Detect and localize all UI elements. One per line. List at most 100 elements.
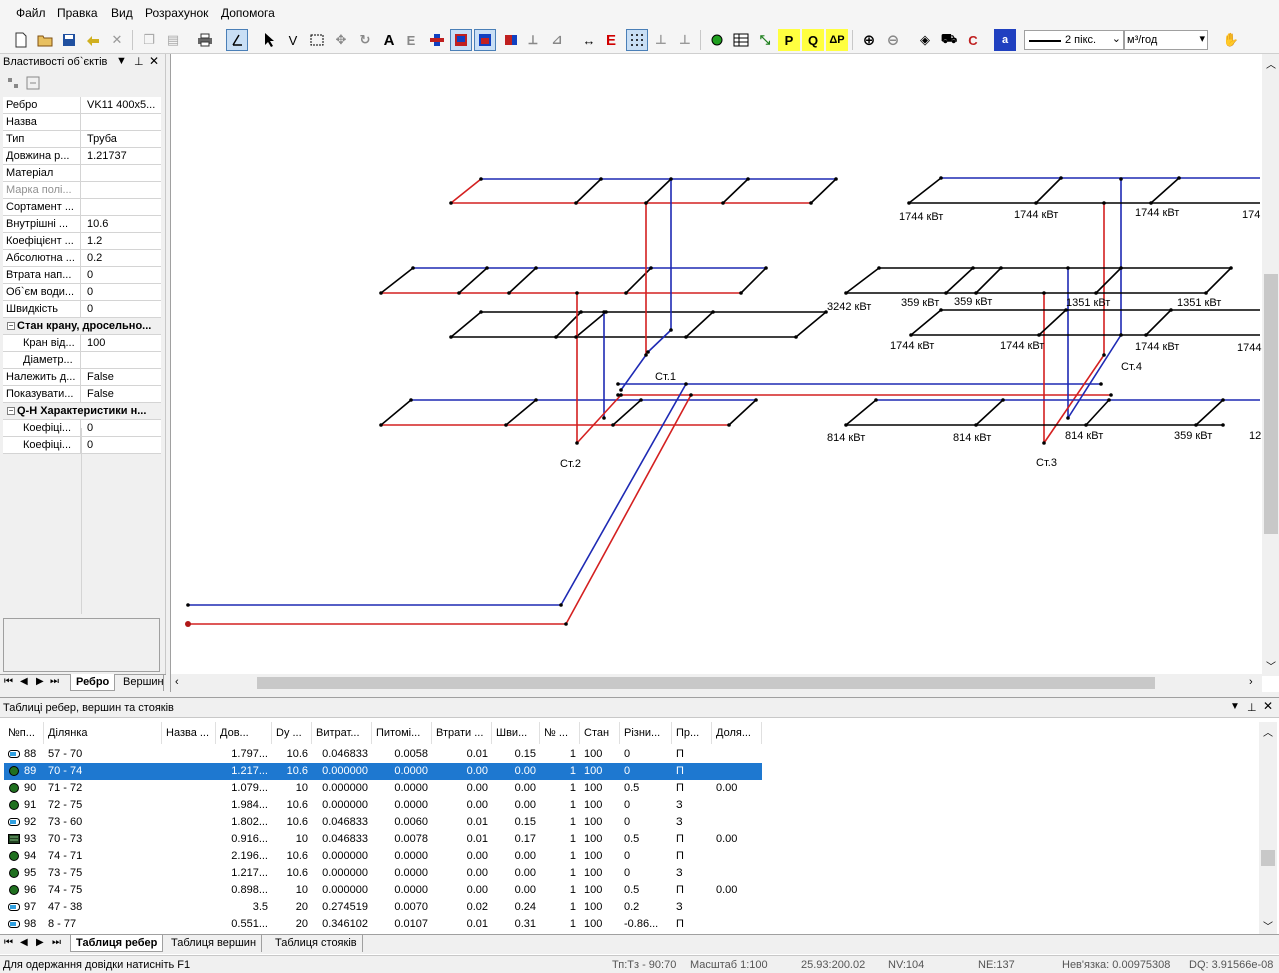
units-select[interactable]: м³/год ▾ (1124, 30, 1208, 50)
table-row[interactable]: 94 74 - 71 2.196... 10.6 0.000000 0.0000 0.00 0… (4, 848, 762, 865)
node-red-icon[interactable] (450, 29, 472, 51)
node-point[interactable] (507, 291, 511, 295)
open-icon[interactable] (34, 29, 56, 51)
pipe-segment[interactable] (740, 267, 767, 294)
baseline-icon[interactable]: ⊥ (674, 29, 696, 51)
node-point[interactable] (1102, 201, 1106, 205)
pipe-segment[interactable] (1095, 267, 1122, 294)
grid-icon[interactable] (626, 29, 648, 51)
node-point[interactable] (844, 291, 848, 295)
line-width-select[interactable]: 2 пікс. ⌄ (1024, 30, 1124, 50)
pipe-segment[interactable] (458, 267, 488, 294)
vertical-scroll-thumb[interactable] (1264, 274, 1278, 534)
node-point[interactable] (834, 177, 838, 181)
text-e-icon[interactable]: E (400, 29, 422, 51)
node-point[interactable] (1066, 416, 1070, 420)
node-point[interactable] (689, 393, 693, 397)
node-point[interactable] (457, 291, 461, 295)
table-row[interactable]: 89 70 - 74 1.217... 10.6 0.000000 0.0000 0.00 0… (4, 763, 762, 780)
property-row[interactable]: Належить д... False (3, 369, 161, 386)
tab-vertex[interactable]: Вершин (118, 674, 164, 691)
e-icon[interactable]: E (600, 29, 622, 51)
a-icon[interactable]: a (994, 29, 1016, 51)
node-point[interactable] (974, 423, 978, 427)
node-point[interactable] (974, 291, 978, 295)
node-point[interactable] (1059, 176, 1063, 180)
column-header[interactable]: Різни... (620, 722, 672, 744)
pipe-segment[interactable] (645, 178, 672, 204)
node-point[interactable] (559, 603, 563, 607)
table-row[interactable]: 98 8 - 77 0.551... 20 0.346102 0.0107 0.01 0.31… (4, 916, 762, 933)
table-scroll-thumb[interactable] (1261, 850, 1275, 866)
pipe-segment[interactable] (575, 178, 602, 204)
menu-edit[interactable]: Правка (57, 6, 98, 20)
move-icon[interactable]: ✥ (330, 29, 352, 51)
table-row[interactable]: 90 71 - 72 1.079... 10 0.000000 0.0000 0.00 0.0… (4, 780, 762, 797)
pipe-segment[interactable] (1067, 334, 1122, 419)
close-icon[interactable]: ✕ (149, 54, 159, 68)
node-point[interactable] (624, 291, 628, 295)
pipe-segment[interactable] (505, 399, 537, 426)
node-point[interactable] (1221, 398, 1225, 402)
node-point[interactable] (844, 423, 848, 427)
pipe-segment[interactable] (1195, 399, 1224, 426)
node-point[interactable] (479, 310, 483, 314)
node-point[interactable] (1194, 423, 1198, 427)
rotate-icon[interactable]: ↻ (354, 29, 376, 51)
last-page-icon[interactable]: ⏭ (52, 937, 61, 948)
dropdown-arrow-icon[interactable]: ▼ (116, 55, 127, 67)
scroll-down-icon[interactable]: ﹀ (1266, 658, 1276, 673)
node-point[interactable] (1034, 201, 1038, 205)
node-point[interactable] (1042, 441, 1046, 445)
column-header[interactable]: Назва ... (162, 722, 216, 744)
c-icon[interactable]: C (962, 29, 984, 51)
node-point[interactable] (1204, 291, 1208, 295)
property-row[interactable]: Сортамент ... (3, 199, 161, 216)
property-value[interactable]: VK11 400x5... (85, 97, 161, 113)
green-dot-icon[interactable] (706, 29, 728, 51)
undo-icon[interactable] (82, 29, 104, 51)
node-point[interactable] (504, 423, 508, 427)
tab-risers-table[interactable]: Таблиця стояків (270, 935, 363, 952)
table-row[interactable]: 92 73 - 60 1.802... 10.6 0.046833 0.0060 0.01 0… (4, 814, 762, 831)
pipe-segment[interactable] (565, 394, 692, 625)
pipe-segment[interactable] (1205, 267, 1232, 294)
column-header[interactable]: № ... (540, 722, 580, 744)
node-icon[interactable] (426, 29, 448, 51)
scroll-up-icon[interactable]: ︿ (1263, 724, 1273, 739)
zoom-out-icon[interactable]: ⊖ (882, 29, 904, 51)
scroll-down-icon[interactable]: ﹀ (1263, 918, 1273, 933)
property-value[interactable]: 0 (85, 284, 161, 300)
property-value[interactable]: 0 (85, 420, 161, 436)
angle-icon[interactable] (226, 29, 248, 51)
link-icon[interactable]: ⤡ (754, 29, 776, 51)
zoom-in-icon[interactable]: ⊕ (858, 29, 880, 51)
prev-page-icon[interactable]: ◀ (20, 676, 28, 687)
node-point[interactable] (186, 603, 190, 607)
property-value[interactable] (85, 165, 161, 181)
save-icon[interactable] (58, 29, 80, 51)
new-icon[interactable] (10, 29, 32, 51)
menu-calculation[interactable]: Розрахунок (145, 6, 208, 20)
sort-icon[interactable] (26, 76, 40, 93)
node-point[interactable] (684, 335, 688, 339)
node-point[interactable] (564, 622, 568, 626)
property-value[interactable] (85, 114, 161, 130)
pipe-segment[interactable] (975, 399, 1004, 426)
node-point[interactable] (575, 291, 579, 295)
node-point[interactable] (711, 310, 715, 314)
node-point[interactable] (1037, 333, 1041, 337)
scheme-drawing[interactable]: 1744 кВт 1744 кВт 1744 кВт 174 3242 кВт 359 к… (171, 54, 1279, 692)
node-point[interactable] (449, 201, 453, 205)
property-value[interactable] (85, 199, 161, 215)
property-row[interactable]: Ребро VK11 400x5... (3, 97, 161, 114)
property-row[interactable]: Тип Труба (3, 131, 161, 148)
pipe-segment[interactable] (945, 267, 974, 294)
node-point[interactable] (1149, 201, 1153, 205)
ap-icon[interactable]: ΔP (826, 29, 848, 51)
node-point[interactable] (1066, 266, 1070, 270)
node-point[interactable] (602, 310, 606, 314)
pipe-segment[interactable] (975, 267, 1002, 294)
pipe-segment[interactable] (845, 267, 880, 294)
align-icon[interactable]: ⊥ (650, 29, 672, 51)
